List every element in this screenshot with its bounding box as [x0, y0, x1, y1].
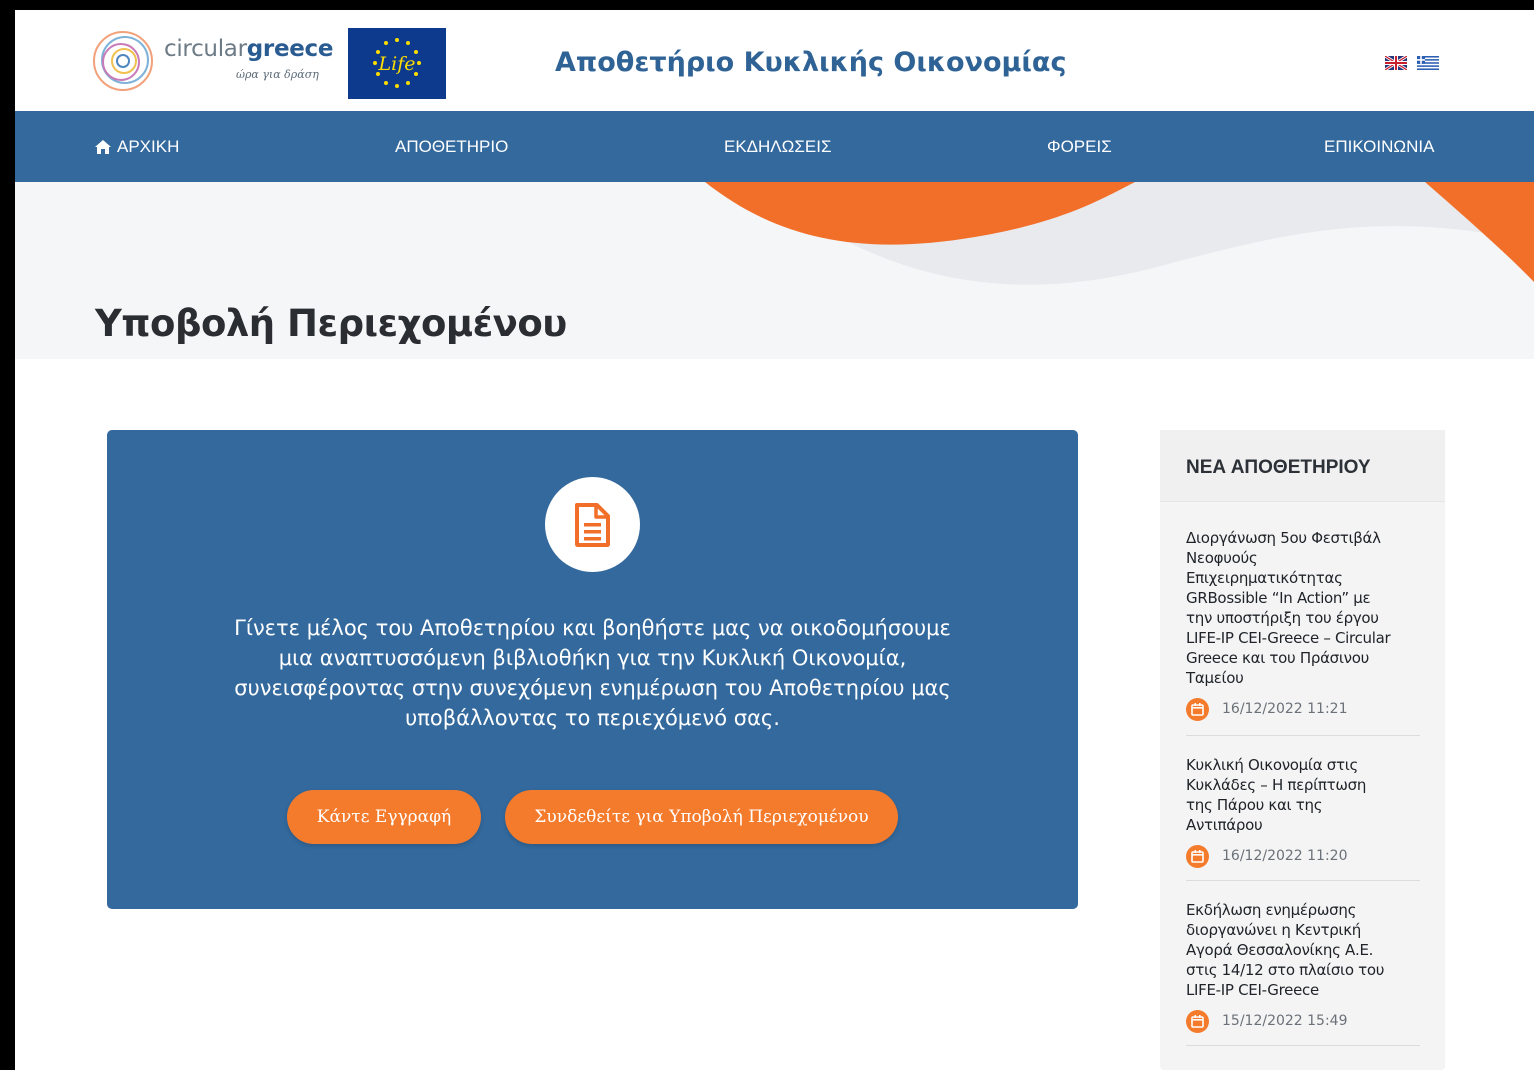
sidebar-title: ΝΕΑ ΑΠΟΘΕΤΗΡΙΟΥ	[1186, 457, 1371, 478]
eu-stars-icon: Life	[373, 38, 421, 88]
news-title[interactable]: Κυκλική Οικονομία στις Κυκλάδες – Η περί…	[1186, 755, 1420, 835]
news-item[interactable]: Εκδήλωση ενημέρωσης διοργανώνει η Κεντρι…	[1186, 900, 1420, 1046]
nav-item-home[interactable]: ΑΡΧΙΚΗ	[95, 137, 179, 157]
calendar-icon	[1186, 697, 1209, 721]
news-title[interactable]: Εκδήλωση ενημέρωσης διοργανώνει η Κεντρι…	[1186, 900, 1420, 1000]
logo-wordmark: circulargreece	[164, 36, 334, 62]
news-date: 16/12/2022 11:21	[1186, 697, 1420, 721]
news-item[interactable]: Κυκλική Οικονομία στις Κυκλάδες – Η περί…	[1186, 755, 1420, 881]
login-to-submit-button[interactable]: Συνδεθείτε για Υποβολή Περιεχομένου	[505, 790, 898, 844]
news-item[interactable]: Διοργάνωση 5ου Φεστιβάλ Νεοφυούς Επιχειρ…	[1186, 528, 1420, 736]
site-header: circulargreece ώρα για δράση Life Αποθετ…	[15, 10, 1534, 111]
page-frame: circulargreece ώρα για δράση Life Αποθετ…	[15, 10, 1534, 1070]
news-date: 16/12/2022 11:20	[1186, 844, 1420, 868]
calendar-icon	[1186, 1009, 1209, 1033]
page-title: Υποβολή Περιεχομένου	[95, 302, 567, 345]
register-button[interactable]: Κάντε Εγγραφή	[287, 790, 481, 844]
logo-tagline: ώρα για δράση	[236, 68, 319, 81]
circulargreece-logo[interactable]: circulargreece ώρα για δράση	[90, 28, 340, 98]
nav-item-contact[interactable]: ΕΠΙΚΟΙΝΩΝΙΑ	[1324, 137, 1434, 157]
repository-news-sidebar: ΝΕΑ ΑΠΟΘΕΤΗΡΙΟΥ Διοργάνωση 5ου Φεστιβάλ …	[1160, 430, 1445, 1070]
submit-content-card: Γίνετε μέλος του Αποθετηρίου και βοηθήστ…	[107, 430, 1078, 909]
document-icon	[575, 503, 610, 547]
swirl-logo-icon	[93, 31, 153, 91]
page-hero: Υποβολή Περιεχομένου	[15, 182, 1534, 359]
greek-flag-icon[interactable]	[1417, 56, 1439, 70]
calendar-icon	[1186, 844, 1209, 868]
document-badge	[545, 477, 640, 572]
sidebar-header: ΝΕΑ ΑΠΟΘΕΤΗΡΙΟΥ	[1160, 430, 1445, 502]
svg-text:Life: Life	[378, 53, 416, 75]
main-navigation: ΑΡΧΙΚΗ ΑΠΟΘΕΤΗΡΙΟ ΕΚΔΗΛΩΣΕΙΣ ΦΟΡΕΙΣ ΕΠΙΚ…	[15, 111, 1534, 182]
eu-life-logo: Life	[348, 28, 446, 99]
nav-label: ΑΡΧΙΚΗ	[117, 137, 180, 156]
uk-flag-icon[interactable]	[1385, 56, 1407, 70]
news-date: 15/12/2022 15:49	[1186, 1009, 1420, 1033]
nav-item-events[interactable]: ΕΚΔΗΛΩΣΕΙΣ	[724, 137, 831, 157]
home-icon	[95, 140, 111, 154]
nav-item-organizations[interactable]: ΦΟΡΕΙΣ	[1047, 137, 1112, 157]
news-title[interactable]: Διοργάνωση 5ου Φεστιβάλ Νεοφυούς Επιχειρ…	[1186, 528, 1420, 688]
language-switcher	[1385, 56, 1439, 70]
site-title: Αποθετήριο Κυκλικής Οικονομίας	[555, 47, 1067, 78]
join-description: Γίνετε μέλος του Αποθετηρίου και βοηθήστ…	[234, 616, 951, 730]
nav-item-repository[interactable]: ΑΠΟΘΕΤΗΡΙΟ	[395, 137, 508, 157]
